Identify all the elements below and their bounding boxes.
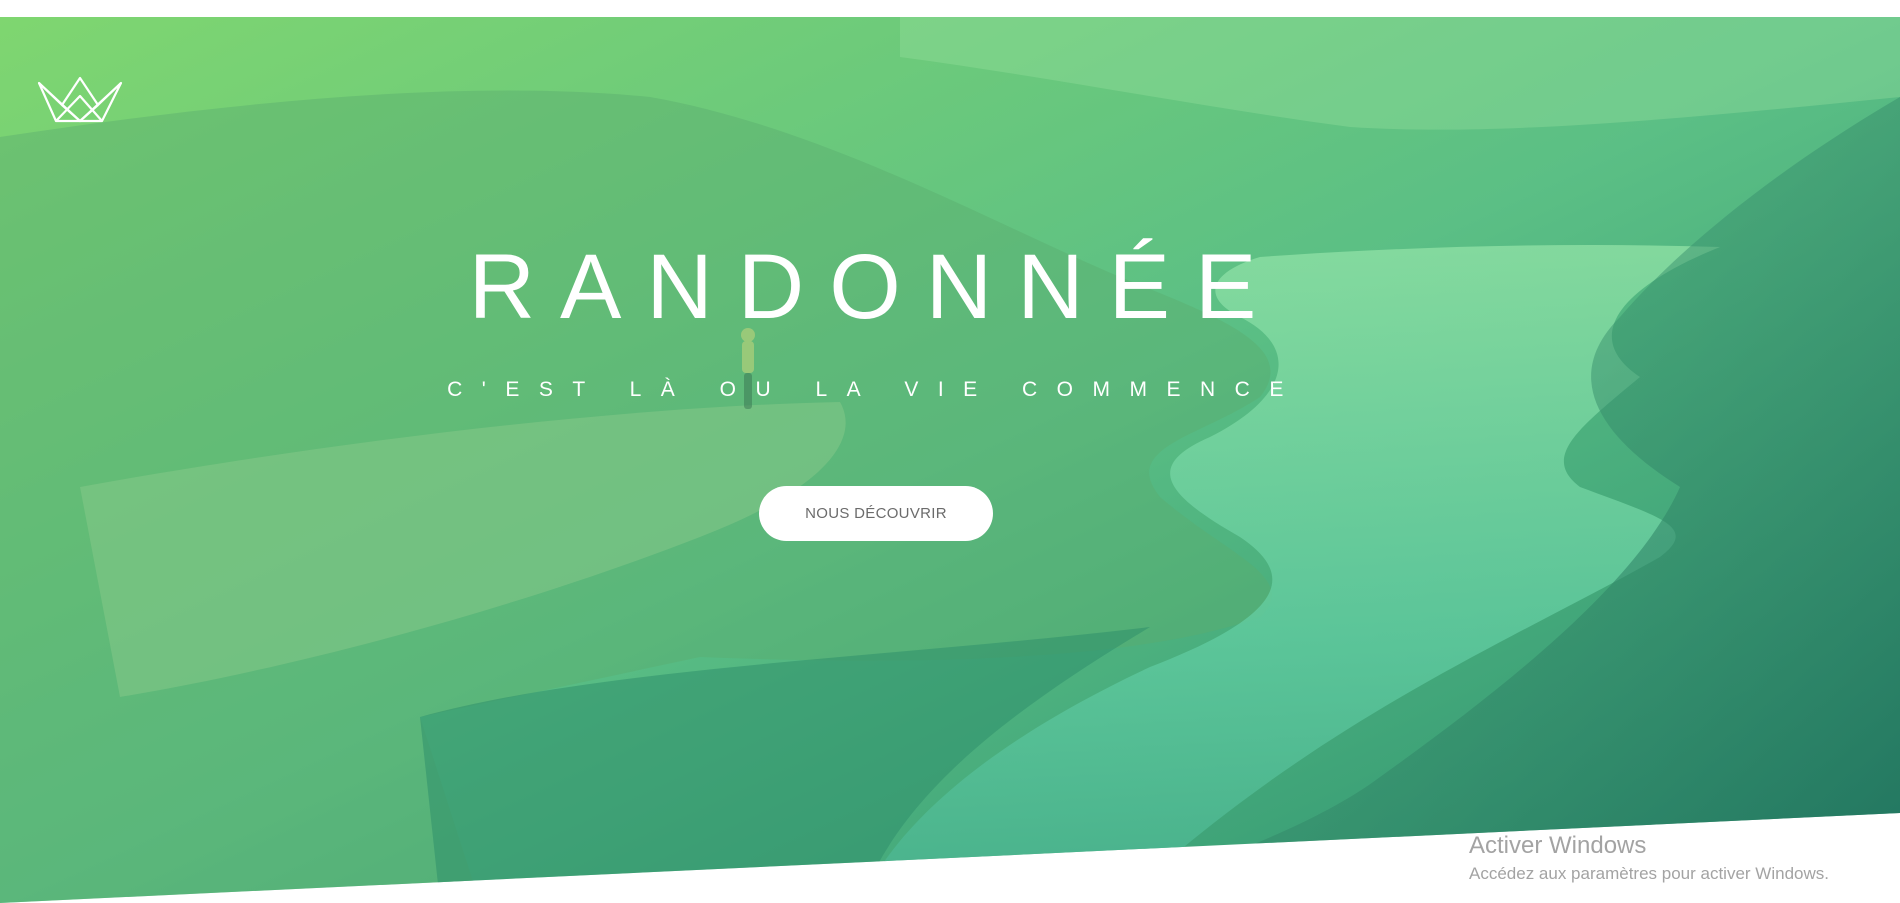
discover-button[interactable]: NOUS DÉCOUVRIR [759, 486, 993, 541]
hero-subtitle: C'EST LÀ OU LA VIE COMMENCE [447, 378, 1303, 401]
windows-activation-watermark: Activer Windows Accédez aux paramètres p… [1469, 831, 1889, 885]
watermark-subtitle: Accédez aux paramètres pour activer Wind… [1469, 864, 1829, 883]
hero-background-image [0, 17, 1900, 903]
watermark-title: Activer Windows [1469, 832, 1647, 859]
crown-logo-icon[interactable] [36, 75, 124, 137]
landing-page: RANDONNÉE C'EST LÀ OU LA VIE COMMENCE NO… [0, 0, 1900, 903]
hero-title: RANDONNÉE [468, 236, 1282, 338]
hero-header: RANDONNÉE C'EST LÀ OU LA VIE COMMENCE NO… [0, 17, 1900, 903]
